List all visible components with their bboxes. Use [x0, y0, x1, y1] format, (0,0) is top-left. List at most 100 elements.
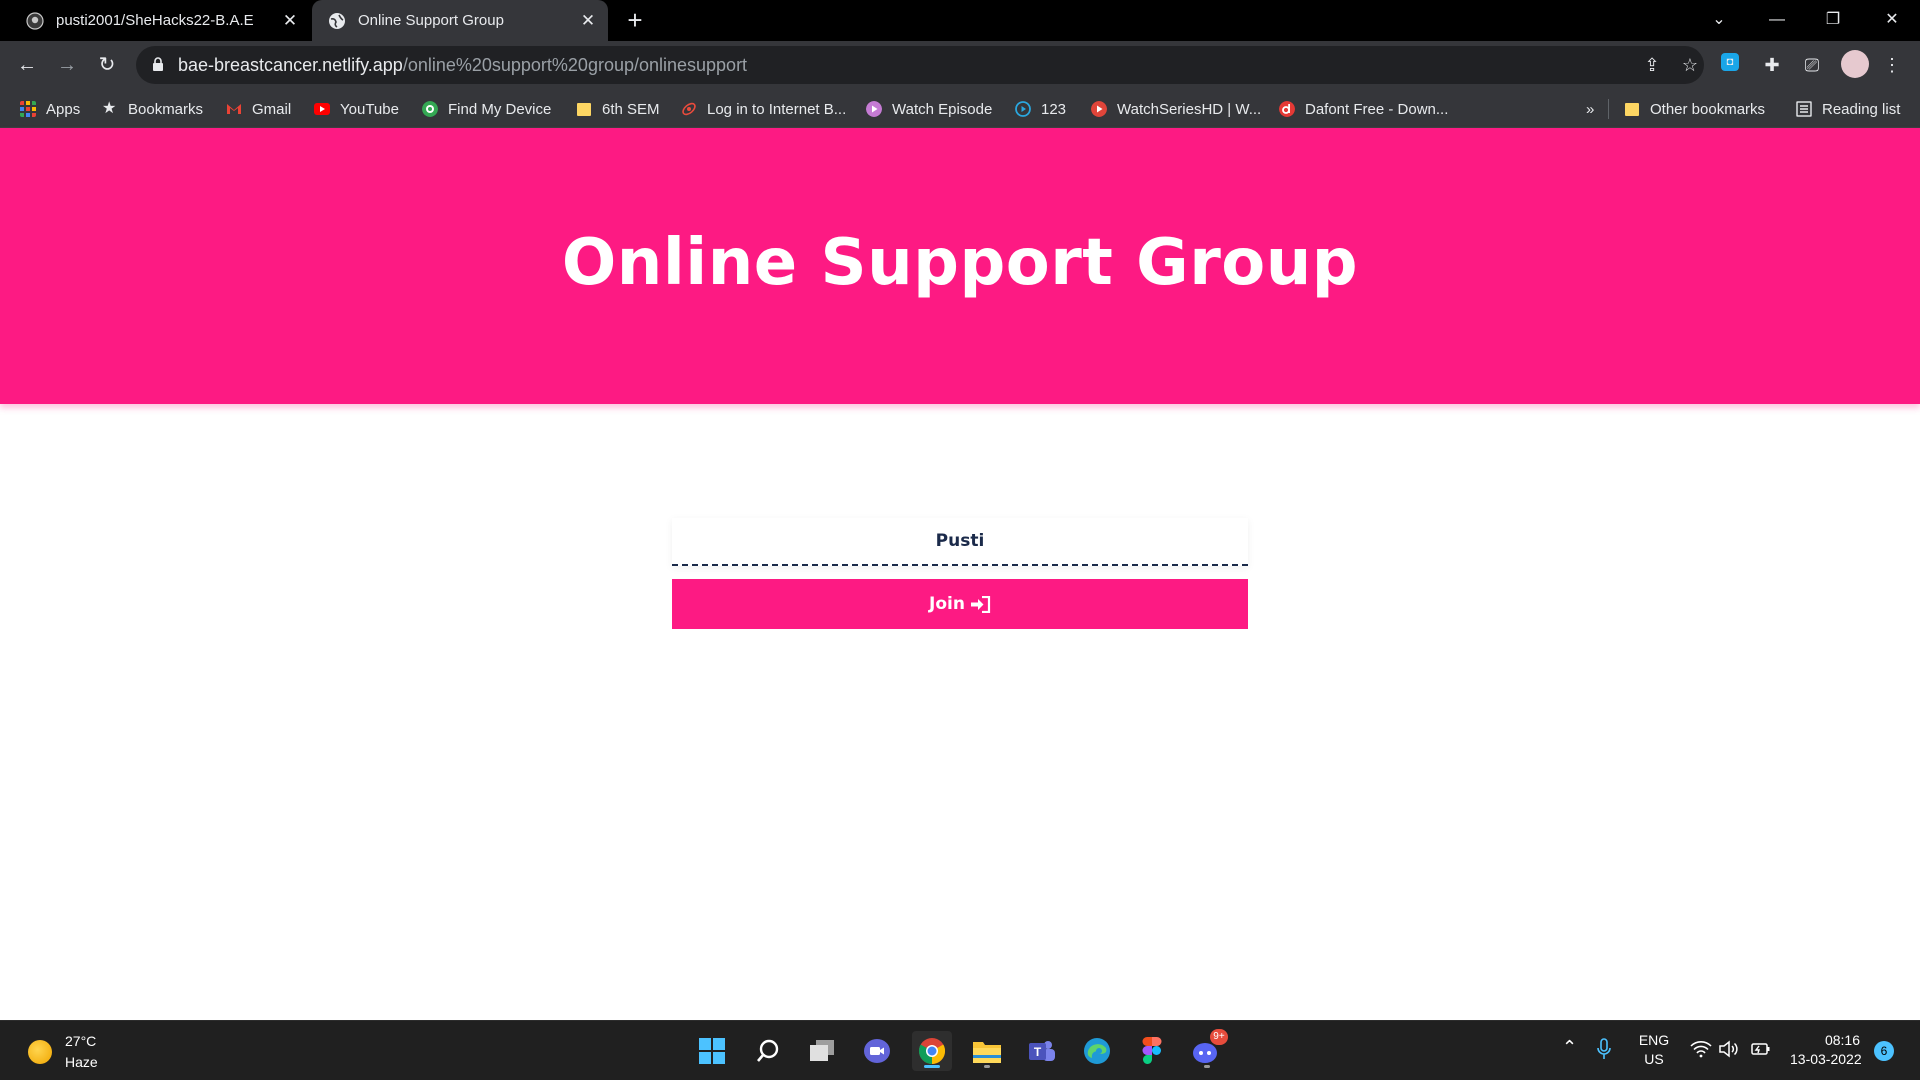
- folder-icon: [1625, 103, 1639, 116]
- taskbar-teams[interactable]: T: [1022, 1031, 1062, 1071]
- bookmark-label: Reading list: [1822, 100, 1901, 118]
- battery-charging-icon[interactable]: [1750, 1041, 1772, 1060]
- bookmark-watch-episode[interactable]: Watch Episode: [866, 98, 992, 120]
- bookmark-label: YouTube: [340, 100, 399, 118]
- back-arrow-icon[interactable]: ←: [11, 49, 43, 81]
- start-button[interactable]: [692, 1031, 732, 1071]
- address-bar[interactable]: bae-breastcancer.netlify.app/online%20su…: [136, 46, 1704, 84]
- dafont-icon: [1279, 101, 1295, 117]
- task-view-button[interactable]: [802, 1031, 842, 1071]
- taskbar-chrome[interactable]: [912, 1031, 952, 1071]
- browser-tab-strip: pusti2001/SheHacks22-B.A.E ✕ Online Supp…: [0, 0, 1920, 41]
- share-icon[interactable]: ⇪: [1642, 55, 1662, 75]
- search-button[interactable]: [748, 1031, 788, 1071]
- minimize-icon[interactable]: —: [1757, 6, 1797, 34]
- taskbar-figma[interactable]: [1132, 1031, 1172, 1071]
- figma-icon: [1142, 1037, 1162, 1064]
- bookmark-watchserieshd[interactable]: WatchSeriesHD | W...: [1091, 98, 1261, 120]
- tab-title: pusti2001/SheHacks22-B.A.E: [56, 12, 254, 29]
- time: 08:16: [1824, 1032, 1860, 1048]
- bookmarks-divider: [1608, 99, 1609, 119]
- reading-list-button[interactable]: Reading list: [1796, 98, 1900, 120]
- bookmark-internet-banking[interactable]: Log in to Internet B...: [681, 98, 846, 120]
- tab-title: Online Support Group: [358, 12, 504, 29]
- browser-toolbar: ← → ↻ bae-breastcancer.netlify.app/onlin…: [0, 41, 1920, 89]
- folder-icon: [973, 1042, 1001, 1063]
- taskbar-discord[interactable]: 9+: [1187, 1029, 1228, 1071]
- bookmark-label: Bookmarks: [128, 100, 204, 118]
- bookmark-other-bookmarks[interactable]: Other bookmarks: [1624, 98, 1765, 120]
- volume-icon[interactable]: [1719, 1040, 1739, 1061]
- tab-online-support[interactable]: Online Support Group ✕: [312, 0, 608, 41]
- youtube-icon: [314, 103, 330, 115]
- extensions-puzzle-icon[interactable]: ✚: [1761, 54, 1783, 76]
- bookmark-youtube[interactable]: YouTube: [314, 98, 399, 120]
- language-indicator[interactable]: ENG US: [1638, 1032, 1670, 1067]
- microphone-icon[interactable]: [1597, 1038, 1611, 1063]
- folder-icon: [577, 103, 591, 116]
- bookmark-label: Watch Episode: [892, 100, 993, 118]
- globe-icon: [329, 12, 345, 29]
- play-icon: [1091, 101, 1107, 117]
- taskbar-file-explorer[interactable]: [967, 1031, 1007, 1071]
- teams-chat-button[interactable]: [857, 1031, 897, 1071]
- star-icon: ★: [102, 100, 117, 117]
- weather-sun-icon[interactable]: [28, 1040, 52, 1064]
- edge-icon: [1084, 1038, 1110, 1064]
- reading-list-icon: [1796, 101, 1812, 117]
- menu-kebab-icon[interactable]: ⋮: [1881, 54, 1903, 76]
- bookmark-label: Dafont Free - Down...: [1305, 100, 1449, 118]
- bookmark-6th-sem[interactable]: 6th SEM: [576, 98, 660, 120]
- forward-arrow-icon[interactable]: →: [51, 49, 83, 81]
- bookmark-123[interactable]: 123: [1015, 98, 1066, 120]
- weather-description[interactable]: Haze: [65, 1054, 98, 1070]
- chevron-up-icon[interactable]: ⌃: [1562, 1037, 1577, 1058]
- wifi-icon[interactable]: [1690, 1040, 1712, 1061]
- url-path: /online%20support%20group/onlinesupport: [402, 55, 748, 75]
- profile-avatar[interactable]: [1841, 50, 1869, 78]
- new-tab-button[interactable]: +: [622, 7, 648, 34]
- name-input[interactable]: [672, 518, 1248, 566]
- windows-logo-icon: [699, 1038, 725, 1064]
- bookmark-star-icon[interactable]: ☆: [1680, 55, 1700, 75]
- clock[interactable]: 08:16 13-03-2022: [1790, 1032, 1862, 1067]
- bookmarks-overflow-button[interactable]: »: [1586, 98, 1594, 120]
- close-tab-icon[interactable]: ✕: [280, 11, 300, 31]
- bookmark-find-my-device[interactable]: Find My Device: [422, 98, 551, 120]
- running-indicator: [1204, 1065, 1210, 1068]
- sign-in-icon: [970, 595, 991, 613]
- apps-grid-icon: [20, 101, 36, 117]
- bookmark-gmail[interactable]: Gmail: [226, 98, 291, 120]
- running-indicator: [984, 1065, 990, 1068]
- tab-search-chevron-icon[interactable]: ⌄: [1699, 6, 1739, 34]
- bookmark-label: Other bookmarks: [1650, 100, 1766, 118]
- url-text: bae-breastcancer.netlify.app/online%20su…: [178, 55, 747, 76]
- bookmark-dafont[interactable]: Dafont Free - Down...: [1279, 98, 1448, 120]
- bookmark-apps[interactable]: Apps: [20, 98, 80, 120]
- play-circle-icon: [1015, 101, 1031, 117]
- reload-icon[interactable]: ↻: [91, 49, 123, 81]
- bookmark-label: WatchSeriesHD | W...: [1117, 100, 1262, 118]
- lock-icon: [153, 57, 163, 71]
- tab-github[interactable]: pusti2001/SheHacks22-B.A.E ✕: [10, 0, 310, 41]
- chat-camera-icon: [864, 1039, 890, 1063]
- url-host: bae-breastcancer.netlify.app: [178, 55, 403, 75]
- cast-icon[interactable]: ⎚: [1801, 54, 1823, 76]
- bank-icon: [682, 102, 696, 116]
- weather-temperature[interactable]: 27°C: [65, 1033, 96, 1049]
- chrome-icon: [918, 1038, 946, 1065]
- close-tab-icon[interactable]: ✕: [578, 11, 598, 31]
- windows-taskbar: 27°C Haze T 9+ ⌃ ENG US 08:16 13-03-2022…: [0, 1020, 1920, 1080]
- task-view-icon: [810, 1040, 834, 1061]
- search-icon: [757, 1039, 779, 1062]
- web-page: Online Support Group Join: [0, 128, 1920, 1020]
- close-window-icon[interactable]: ✕: [1872, 6, 1912, 34]
- bookmark-label: 123: [1041, 100, 1067, 118]
- notification-count-badge[interactable]: 6: [1874, 1041, 1894, 1061]
- bookmark-label: Gmail: [252, 100, 292, 118]
- taskbar-edge[interactable]: [1077, 1031, 1117, 1071]
- bookmark-bookmarks[interactable]: ★ Bookmarks: [102, 98, 203, 120]
- restore-icon[interactable]: ❐: [1813, 6, 1853, 34]
- extension-screenshot-icon[interactable]: ◘: [1721, 53, 1739, 71]
- join-button[interactable]: Join: [672, 579, 1248, 629]
